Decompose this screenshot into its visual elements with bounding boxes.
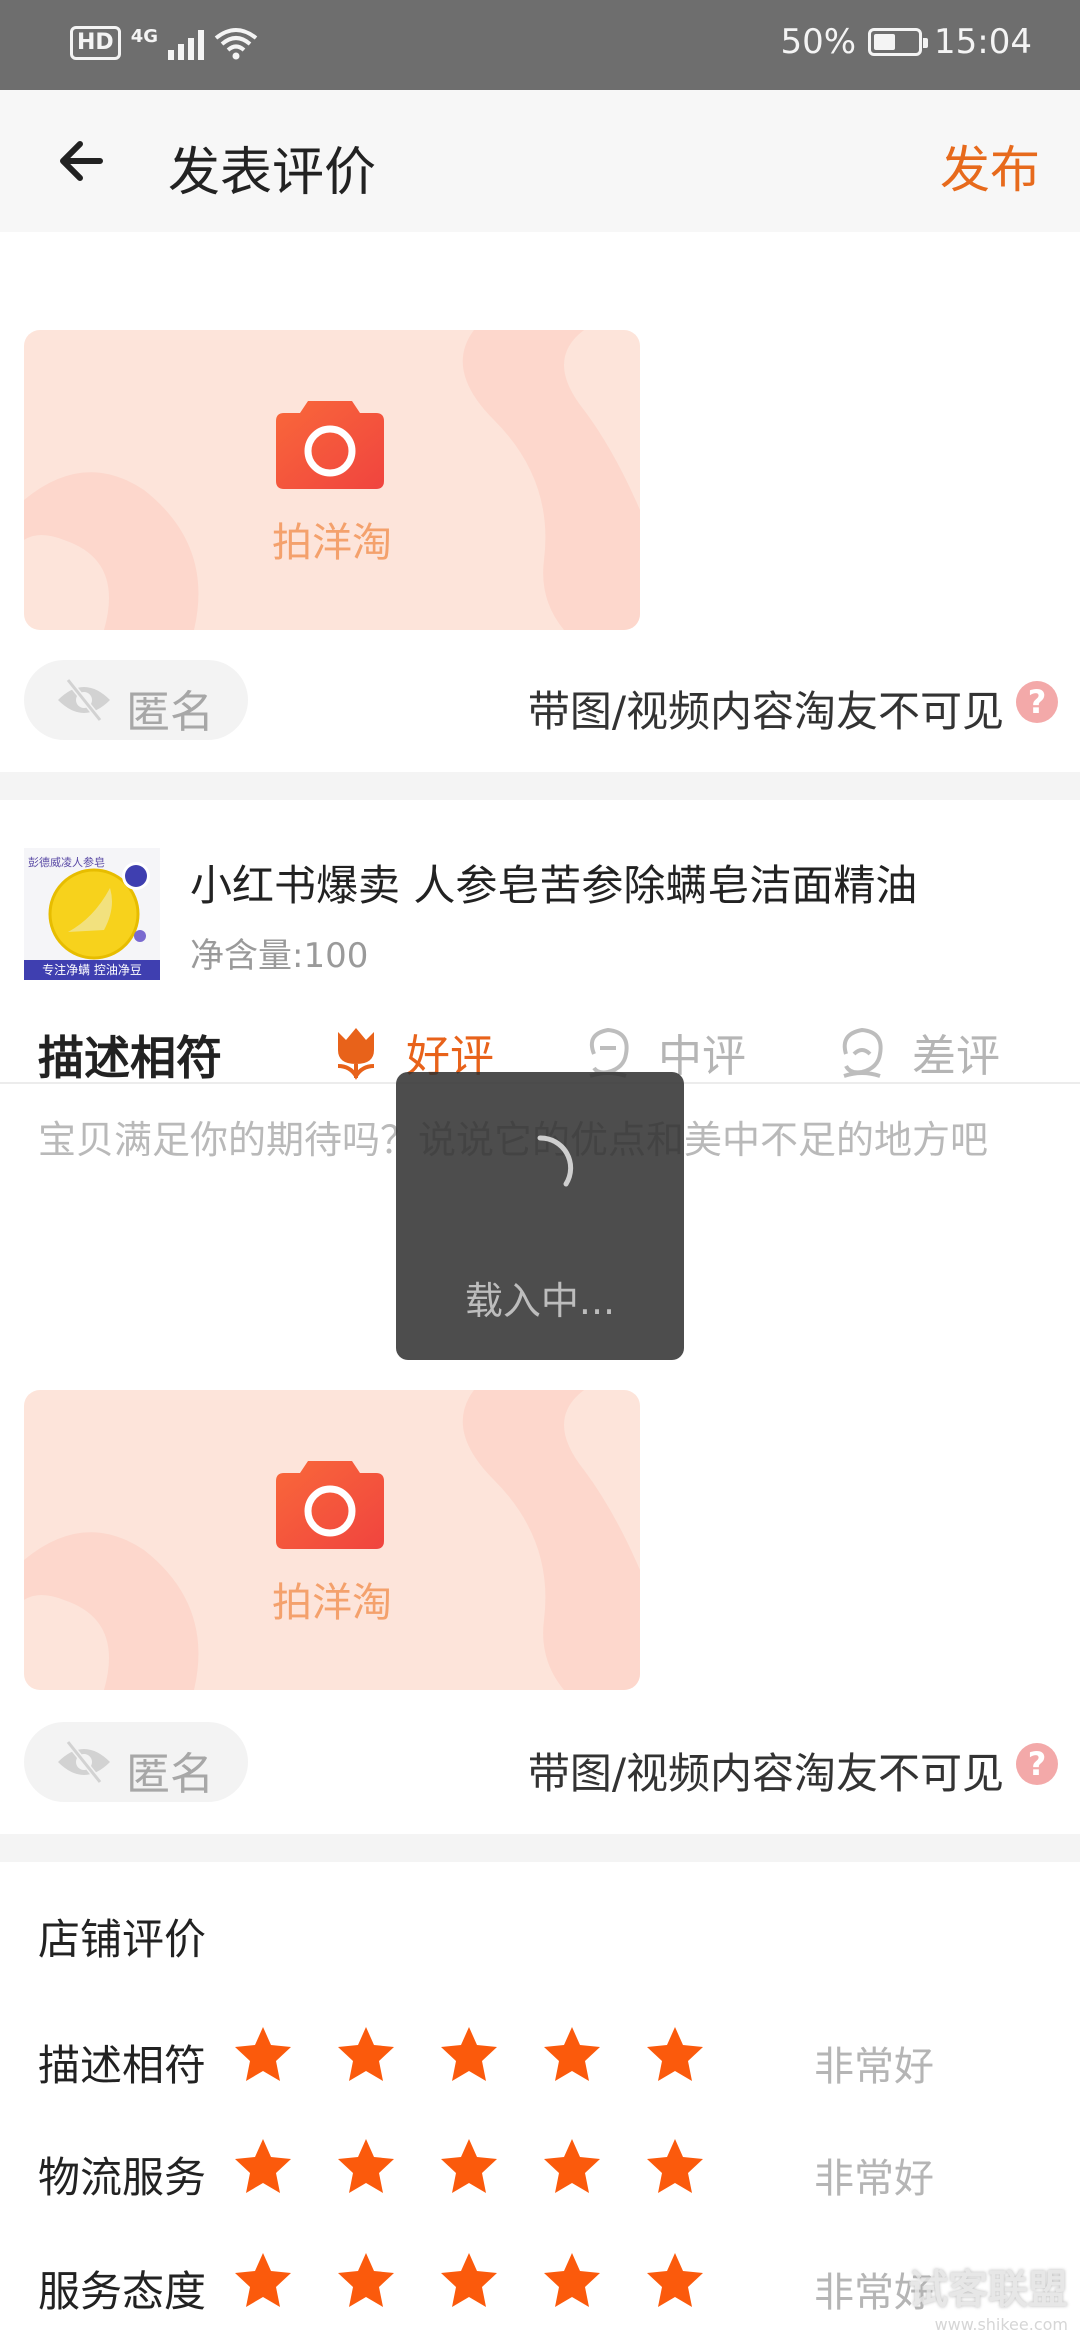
spinner-icon xyxy=(537,1135,574,1187)
upload-label: 拍洋淘 xyxy=(272,1580,392,1626)
status-right: 50% 15:04 xyxy=(780,22,1032,62)
camera-icon xyxy=(276,1461,384,1549)
product-title: 小红书爆卖 人参皂苦参除螨皂洁面精油 xyxy=(190,861,918,910)
signal-icon xyxy=(168,26,204,60)
loading-toast: 载入中... xyxy=(396,1072,684,1360)
network-type: 4G xyxy=(130,26,158,47)
star-icon[interactable] xyxy=(644,2250,706,2312)
star-icon[interactable] xyxy=(541,2136,603,2198)
shop-rating-row: 描述相符 非常好 xyxy=(0,2024,1080,2094)
star-icon[interactable] xyxy=(232,2250,294,2312)
rating-bad-option[interactable]: 差评 xyxy=(834,1020,1000,1084)
visibility-hint: 带图/视频内容淘友不可见 xyxy=(527,1749,1004,1798)
tulip-icon xyxy=(337,1028,375,1080)
eye-off-icon xyxy=(58,678,110,722)
thumb-slogan: 专注净螨 控油净豆 xyxy=(24,960,160,980)
rating-bad-label: 差评 xyxy=(912,1031,1000,1082)
star-icon[interactable] xyxy=(541,2024,603,2086)
shop-rating-label: 描述相符 xyxy=(38,2041,207,2090)
star-icon[interactable] xyxy=(232,2136,294,2198)
shop-rating-label: 服务态度 xyxy=(38,2267,207,2316)
description-rating-label: 描述相符 xyxy=(38,1031,222,1085)
hd-indicator: HD xyxy=(70,26,121,60)
shop-rating-label: 物流服务 xyxy=(38,2153,207,2202)
photo-upload-card[interactable]: 拍洋淘 xyxy=(24,1390,640,1690)
visibility-hint: 带图/视频内容淘友不可见 xyxy=(527,687,1004,736)
loading-text: 载入中... xyxy=(464,1279,616,1323)
section-divider xyxy=(0,1834,1080,1862)
shop-rating-description: 非常好 xyxy=(814,2044,934,2090)
eye-off-icon xyxy=(58,1740,110,1784)
star-icon[interactable] xyxy=(232,2024,294,2086)
battery-fill xyxy=(874,34,896,50)
star-icon[interactable] xyxy=(438,2250,500,2312)
page-title: 发表评价 xyxy=(168,143,377,203)
watermark-url: www.shikee.com xyxy=(934,2315,1068,2334)
product-spec: 净含量:100 xyxy=(190,936,369,976)
clock: 15:04 xyxy=(934,22,1032,62)
arrow-left-icon[interactable] xyxy=(50,126,120,196)
battery-percent: 50% xyxy=(780,22,857,62)
product-thumbnail: 彭德威凌人参皂 专注净螨 控油净豆 xyxy=(24,848,160,980)
star-icon[interactable] xyxy=(644,2136,706,2198)
anonymous-toggle[interactable]: 匿名 xyxy=(24,660,248,740)
star-icon[interactable] xyxy=(438,2024,500,2086)
help-icon[interactable]: ? xyxy=(1016,1743,1058,1785)
shop-rating-description: 非常好 xyxy=(814,2156,934,2202)
anonymous-toggle[interactable]: 匿名 xyxy=(24,1722,248,1802)
header: 发表评价 发布 xyxy=(0,90,1080,232)
status-bar: HD 4G 50% 15:04 xyxy=(0,0,1080,90)
photo-upload-card[interactable]: 拍洋淘 xyxy=(24,330,640,630)
review-page: HD 4G 50% 15:04 发表评价 发布 拍洋淘 匿名 带图/视频内容淘友… xyxy=(0,0,1080,2340)
publish-button[interactable]: 发布 xyxy=(940,130,1040,202)
shop-rating-title: 店铺评价 xyxy=(38,1915,207,1964)
battery-icon xyxy=(868,28,929,56)
upload-label: 拍洋淘 xyxy=(272,520,392,566)
sad-face-icon xyxy=(842,1027,883,1078)
anonymous-label: 匿名 xyxy=(126,1749,214,1800)
star-icon[interactable] xyxy=(335,2250,397,2312)
star-icon[interactable] xyxy=(541,2250,603,2312)
star-icon[interactable] xyxy=(335,2024,397,2086)
star-icon[interactable] xyxy=(335,2136,397,2198)
watermark-title: 试客联盟 xyxy=(908,2267,1068,2313)
star-icon[interactable] xyxy=(644,2024,706,2086)
section-divider xyxy=(0,772,1080,800)
status-left: HD 4G xyxy=(70,26,258,60)
shop-rating-row: 物流服务 非常好 xyxy=(0,2136,1080,2206)
anonymous-label: 匿名 xyxy=(126,687,214,738)
camera-icon xyxy=(276,401,384,489)
watermark: 试客联盟 www.shikee.com xyxy=(908,2257,1068,2334)
wifi-icon xyxy=(214,28,258,60)
help-icon[interactable]: ? xyxy=(1016,681,1058,723)
star-icon[interactable] xyxy=(438,2136,500,2198)
